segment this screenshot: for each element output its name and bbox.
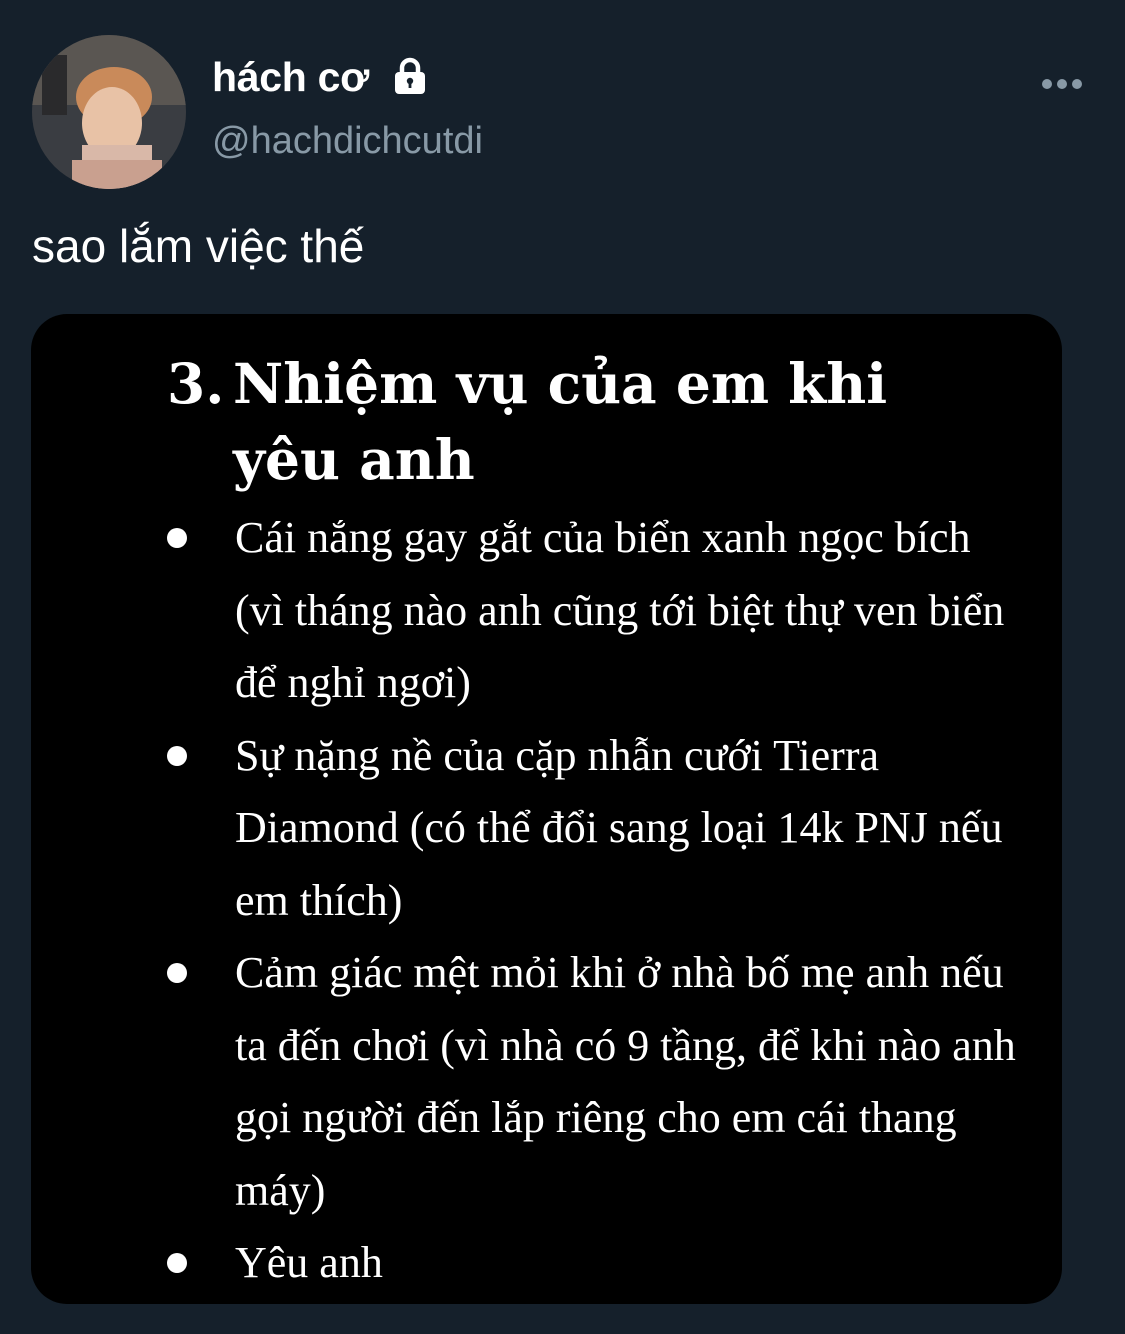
avatar[interactable] [32, 35, 186, 189]
list-item: Cảm giác mệt mỏi khi ở nhà bố mẹ anh nếu… [167, 937, 1027, 1227]
tweet-media-image[interactable]: 3. Nhiệm vụ của em khi yêu anh Cái nắng … [31, 314, 1062, 1304]
list-item: Sự nặng nề của cặp nhẫn cưới Tierra Diam… [167, 720, 1027, 938]
list-item: Cái nắng gay gắt của biển xanh ngọc bích… [167, 502, 1027, 720]
lock-icon [389, 56, 431, 98]
bullet-icon [167, 1253, 187, 1273]
media-heading-text: Nhiệm vụ của em khi yêu anh [233, 351, 888, 492]
display-name[interactable]: hách cơ [212, 54, 369, 101]
list-item: Yêu anh [167, 1227, 1027, 1300]
bullet-icon [167, 528, 187, 548]
list-item-text: Yêu anh [235, 1238, 383, 1287]
media-bullet-list: Cái nắng gay gắt của biển xanh ngọc bích… [167, 502, 1027, 1300]
media-heading-number: 3. [167, 351, 225, 416]
tweet-text: sao lắm việc thế [32, 220, 365, 272]
display-name-row: hách cơ [212, 52, 431, 102]
bullet-icon [167, 745, 187, 766]
bullet-icon [167, 963, 187, 983]
list-item-text: Sự nặng nề của cặp nhẫn cưới Tierra Diam… [235, 730, 1003, 925]
tweet: hách cơ @hachdichcutdi sao lắm việc thế … [0, 0, 1125, 1334]
list-item-text: Cái nắng gay gắt của biển xanh ngọc bích… [235, 513, 1005, 707]
more-icon[interactable] [1040, 72, 1084, 96]
avatar-image [32, 35, 186, 189]
handle[interactable]: @hachdichcutdi [212, 120, 483, 163]
list-item-text: Cảm giác mệt mỏi khi ở nhà bố mẹ anh nếu… [235, 948, 1016, 1215]
